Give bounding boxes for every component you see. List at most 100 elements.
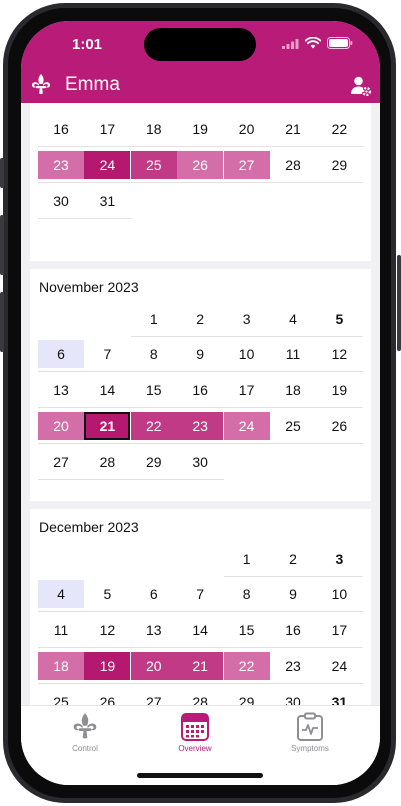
calendar-day[interactable]: 19 — [316, 376, 362, 404]
calendar-day[interactable]: 26 — [316, 412, 362, 440]
user-settings-icon[interactable] — [350, 75, 372, 97]
calendar-day[interactable]: 29 — [224, 688, 270, 705]
calendar-day[interactable]: 15 — [224, 616, 270, 644]
calendar-day[interactable]: 24 — [84, 151, 131, 179]
calendar-day[interactable]: 1 — [131, 305, 177, 333]
calendar-day[interactable]: 29 — [316, 151, 362, 179]
calendar-day[interactable]: 18 — [131, 115, 177, 143]
tab-symptoms[interactable]: Symptoms — [265, 712, 355, 753]
calendar-day[interactable]: 7 — [84, 340, 130, 368]
calendar-day[interactable]: 27 — [38, 448, 84, 476]
calendar-day[interactable]: 9 — [177, 340, 223, 368]
calendar-day[interactable]: 23 — [38, 151, 84, 179]
calendar-day[interactable]: 3 — [224, 305, 270, 333]
calendar-day[interactable]: 13 — [131, 616, 177, 644]
tab-control[interactable]: Control — [40, 712, 130, 753]
calendar-day[interactable]: 22 — [223, 652, 270, 680]
calendar-week: 13 14 15 16 17 18 19 — [38, 376, 363, 408]
calendar-day[interactable]: 30 — [177, 448, 223, 476]
week-divider — [38, 182, 363, 183]
calendar-day[interactable]: 12 — [316, 340, 362, 368]
calendar-day[interactable]: 4 — [270, 305, 316, 333]
calendar-day[interactable]: 11 — [270, 340, 316, 368]
calendar-day[interactable]: 14 — [177, 616, 223, 644]
calendar-day[interactable]: 23 — [270, 652, 316, 680]
calendar-day[interactable]: 27 — [223, 151, 270, 179]
calendar-day[interactable]: 21 — [270, 115, 316, 143]
calendar-day[interactable]: 17 — [84, 115, 130, 143]
calendar-day[interactable]: 1 — [224, 545, 270, 573]
calendar-day[interactable]: 16 — [38, 115, 84, 143]
calendar-day[interactable]: 6 — [131, 580, 177, 608]
calendar-day[interactable]: 19 — [84, 652, 131, 680]
calendar-day[interactable]: 25 — [270, 412, 316, 440]
tab-label: Overview — [178, 744, 212, 753]
calendar-scroll[interactable]: 16 17 18 19 20 21 22 23 24 25 26 27 28 29 30 31 Novem… — [21, 103, 380, 705]
calendar-day[interactable]: 29 — [131, 448, 177, 476]
calendar-day[interactable]: 22 — [130, 412, 177, 440]
calendar-day[interactable]: 27 — [131, 688, 177, 705]
calendar-day[interactable]: 28 — [177, 688, 223, 705]
calendar-day[interactable]: 30 — [270, 688, 316, 705]
tab-label: Control — [72, 744, 98, 753]
calendar-day[interactable]: 24 — [316, 652, 362, 680]
calendar-day[interactable]: 12 — [84, 616, 130, 644]
calendar-day[interactable]: 4 — [38, 580, 84, 608]
calendar-day[interactable]: 26 — [84, 688, 130, 705]
calendar-day[interactable]: 20 — [224, 115, 270, 143]
calendar-day[interactable]: 11 — [38, 616, 84, 644]
dynamic-island — [144, 28, 256, 61]
calendar-day[interactable]: 8 — [131, 340, 177, 368]
fleur-de-lis-icon[interactable] — [29, 73, 53, 97]
calendar-day[interactable]: 10 — [316, 580, 362, 608]
calendar-day[interactable]: 28 — [270, 151, 316, 179]
calendar-day[interactable]: 8 — [224, 580, 270, 608]
calendar-day[interactable]: 30 — [38, 187, 84, 215]
calendar-day[interactable]: 3 — [316, 545, 362, 573]
calendar-day[interactable]: 28 — [84, 448, 130, 476]
calendar-day[interactable]: 17 — [224, 376, 270, 404]
calendar-day[interactable]: 25 — [130, 151, 177, 179]
calendar-day[interactable]: 31 — [316, 688, 362, 705]
calendar-day[interactable]: 25 — [38, 688, 84, 705]
tab-bar: Control Overview Symptoms — [21, 705, 380, 785]
calendar-day[interactable]: 7 — [177, 580, 223, 608]
calendar-day[interactable]: 18 — [270, 376, 316, 404]
calendar-day[interactable]: 2 — [270, 545, 316, 573]
calendar-day[interactable]: 18 — [38, 652, 84, 680]
tab-overview[interactable]: Overview — [150, 712, 240, 753]
calendar-day[interactable]: 23 — [177, 412, 224, 440]
battery-icon — [327, 37, 353, 49]
calendar-day[interactable]: 16 — [177, 376, 223, 404]
week-divider — [38, 647, 363, 648]
calendar-week: 30 31 — [38, 187, 363, 219]
calendar-day[interactable]: 21 — [84, 412, 131, 440]
calendar-day[interactable]: 22 — [316, 115, 362, 143]
calendar-day[interactable]: 16 — [270, 616, 316, 644]
calendar-day[interactable]: 20 — [38, 412, 84, 440]
home-indicator — [137, 773, 263, 778]
calendar-day[interactable]: 19 — [177, 115, 223, 143]
calendar-day[interactable]: 20 — [130, 652, 177, 680]
wifi-icon — [305, 37, 321, 49]
calendar-day[interactable]: 15 — [131, 376, 177, 404]
calendar-day[interactable]: 5 — [84, 580, 130, 608]
calendar-day[interactable]: 13 — [38, 376, 84, 404]
calendar-day[interactable]: 14 — [84, 376, 130, 404]
calendar-day[interactable]: 24 — [223, 412, 270, 440]
calendar-day[interactable]: 9 — [270, 580, 316, 608]
calendar-day[interactable]: 6 — [38, 340, 84, 368]
calendar-day[interactable]: 2 — [177, 305, 223, 333]
calendar-day[interactable]: 31 — [84, 187, 130, 215]
calendar-day[interactable]: 26 — [177, 151, 224, 179]
week-divider — [38, 407, 363, 408]
calendar-week: 11 12 13 14 15 16 17 — [38, 616, 363, 648]
calendar-week: 27 28 29 30 — [38, 448, 363, 480]
calendar-day[interactable]: 5 — [316, 305, 362, 333]
status-time: 1:01 — [72, 36, 103, 53]
calendar-day[interactable]: 10 — [224, 340, 270, 368]
calendar-day[interactable]: 21 — [177, 652, 224, 680]
calendar-week: 6 7 8 9 10 11 12 — [38, 340, 363, 372]
calendar-day[interactable]: 17 — [316, 616, 362, 644]
week-divider — [38, 479, 224, 480]
